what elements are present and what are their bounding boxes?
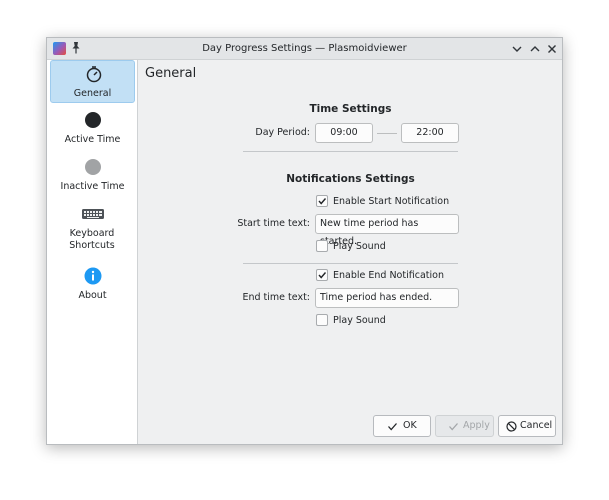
chevron-up-icon[interactable]	[527, 41, 543, 57]
day-period-end-field[interactable]: 22:00	[401, 123, 459, 143]
start-time-text-input[interactable]: New time period has started.	[315, 214, 459, 247]
info-icon	[84, 267, 102, 285]
enable-end-notification-label[interactable]: Enable End Notification	[333, 270, 444, 281]
cancel-icon	[506, 421, 517, 432]
checkmark-icon	[449, 423, 458, 431]
sidebar-item-about[interactable]: About	[50, 263, 135, 306]
dark-circle-icon	[85, 112, 101, 128]
chevron-down-icon[interactable]	[509, 41, 525, 57]
main-panel: General Time Settings Day Period: 09:00 …	[139, 60, 562, 444]
time-settings-heading: Time Settings	[309, 103, 392, 115]
checkmark-icon	[388, 423, 397, 431]
checkmark-icon	[318, 272, 327, 279]
settings-window: Day Progress Settings — Plasmoidviewer G…	[46, 37, 563, 445]
sidebar-item-active-time[interactable]: Active Time	[50, 107, 135, 150]
close-icon[interactable]	[544, 41, 560, 57]
sidebar-item-label: Active Time	[64, 134, 121, 145]
start-time-text-label: Start time text:	[237, 218, 310, 229]
sidebar-item-label: Keyboard Shortcuts	[69, 228, 115, 251]
enable-start-notification-checkbox[interactable]	[316, 195, 328, 207]
sidebar-item-label: Inactive Time	[60, 181, 125, 192]
end-time-text-input[interactable]: Time period has ended.	[315, 288, 459, 308]
play-sound-start-checkbox[interactable]	[316, 240, 328, 252]
play-sound-start-label[interactable]: Play Sound	[333, 241, 386, 252]
cancel-button[interactable]: Cancel	[498, 415, 556, 437]
gray-circle-icon	[85, 159, 101, 175]
divider	[243, 151, 458, 152]
divider	[243, 263, 458, 264]
end-time-text-label: End time text:	[242, 292, 310, 303]
page-title: General	[145, 66, 197, 81]
sidebar: General Active Time Inactive Time Keyboa…	[47, 60, 138, 444]
period-dash	[377, 133, 397, 134]
keyboard-icon	[82, 209, 104, 219]
enable-end-notification-checkbox[interactable]	[316, 269, 328, 281]
play-sound-end-label[interactable]: Play Sound	[333, 315, 386, 326]
sidebar-item-inactive-time[interactable]: Inactive Time	[50, 154, 135, 197]
sidebar-item-keyboard-shortcuts[interactable]: Keyboard Shortcuts	[50, 201, 135, 255]
sidebar-item-label: About	[78, 290, 107, 301]
day-period-start-field[interactable]: 09:00	[315, 123, 373, 143]
ok-button-label: OK	[403, 420, 417, 431]
enable-start-notification-label[interactable]: Enable Start Notification	[333, 196, 449, 207]
sidebar-item-label: General	[73, 88, 112, 99]
title-bar[interactable]: Day Progress Settings — Plasmoidviewer	[47, 38, 562, 60]
ok-button[interactable]: OK	[373, 415, 431, 437]
stopwatch-icon	[86, 66, 102, 83]
day-period-label: Day Period:	[255, 127, 310, 138]
apply-button-label: Apply	[463, 420, 490, 431]
window-title: Day Progress Settings — Plasmoidviewer	[202, 43, 407, 54]
apply-button[interactable]: Apply	[435, 415, 494, 437]
cancel-button-label: Cancel	[520, 420, 553, 431]
notifications-heading: Notifications Settings	[286, 173, 415, 185]
sidebar-item-general[interactable]: General	[50, 60, 135, 103]
checkmark-icon	[318, 198, 327, 205]
play-sound-end-checkbox[interactable]	[316, 314, 328, 326]
